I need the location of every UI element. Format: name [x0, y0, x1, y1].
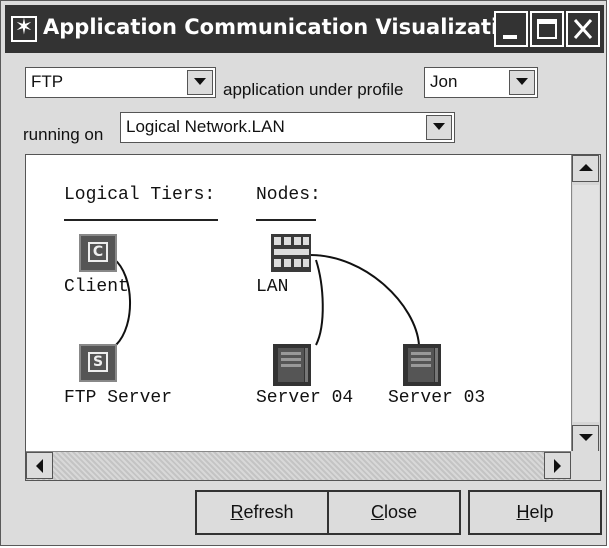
ftp-server-tier-label: FTP Server: [64, 388, 173, 408]
lan-switch-icon[interactable]: [271, 234, 311, 272]
profile-select[interactable]: Jon: [424, 67, 538, 98]
under-profile-label: application under profile: [223, 80, 404, 99]
close-button[interactable]: Close: [327, 490, 461, 535]
chevron-down-icon[interactable]: [509, 70, 535, 95]
help-button[interactable]: Help: [468, 490, 602, 535]
server04-node-label: Server 04: [256, 388, 354, 408]
server03-node-label: Server 03: [388, 388, 486, 408]
system-menu-icon[interactable]: ✶: [11, 16, 37, 42]
scroll-right-icon[interactable]: [544, 452, 571, 479]
scrollbar-corner: [571, 451, 600, 480]
horizontal-scrollbar[interactable]: [26, 451, 571, 480]
profile-select-value: Jon: [430, 72, 458, 91]
title-bar[interactable]: ✶ Application Communication Visualizatio…: [5, 5, 604, 53]
app-comm-window: ✶ Application Communication Visualizatio…: [0, 0, 607, 546]
client-tier-icon[interactable]: C: [79, 234, 117, 272]
scroll-left-icon[interactable]: [26, 452, 53, 479]
refresh-button[interactable]: Refresh: [195, 490, 329, 535]
close-mnemonic: C: [370, 502, 384, 522]
lan-server04-link: [315, 259, 324, 346]
chevron-down-icon[interactable]: [426, 115, 452, 140]
client-tier-label: Client: [64, 277, 129, 297]
lan-node-label: LAN: [256, 277, 289, 297]
close-icon[interactable]: [566, 11, 600, 47]
help-label: elp: [529, 502, 554, 522]
refresh-label: efresh: [243, 502, 294, 522]
server-letter: S: [88, 352, 108, 372]
refresh-mnemonic: R: [230, 502, 244, 522]
vertical-scrollbar[interactable]: [571, 155, 600, 452]
scroll-up-icon[interactable]: [572, 155, 599, 182]
window-title: Application Communication Visualization: [43, 15, 528, 39]
help-mnemonic: H: [516, 502, 530, 522]
client-letter: C: [88, 242, 108, 262]
scroll-down-icon[interactable]: [572, 425, 599, 452]
close-label: lose: [383, 502, 418, 522]
maximize-icon[interactable]: [530, 11, 564, 47]
application-select-value: FTP: [31, 72, 64, 91]
server-icon[interactable]: [273, 344, 311, 386]
network-select-value: Logical Network.LAN: [126, 117, 285, 136]
vertical-scroll-thumb[interactable]: [573, 185, 599, 422]
lan-server03-link: [309, 254, 420, 346]
minimize-icon[interactable]: [494, 11, 528, 47]
visualization-canvas[interactable]: Logical Tiers: Nodes: C Client S FTP Ser…: [25, 154, 601, 481]
chevron-down-icon[interactable]: [187, 70, 213, 95]
application-select[interactable]: FTP: [25, 67, 216, 98]
network-select[interactable]: Logical Network.LAN: [120, 112, 455, 143]
server-icon[interactable]: [403, 344, 441, 386]
ftp-server-tier-icon[interactable]: S: [79, 344, 117, 382]
running-on-label: running on: [23, 125, 104, 144]
